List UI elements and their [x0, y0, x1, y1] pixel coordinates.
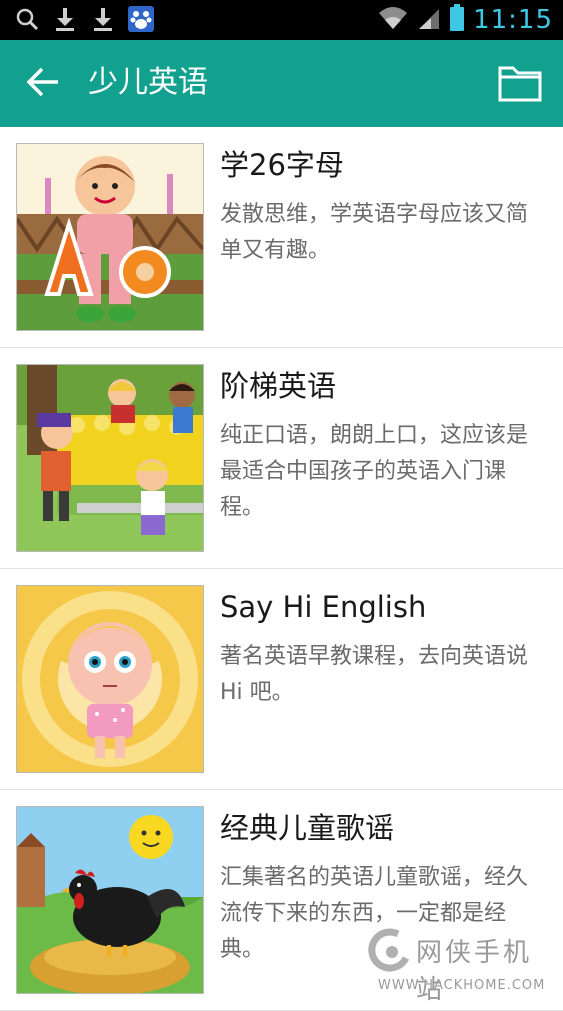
baidu-paw-icon	[128, 6, 154, 32]
course-description: 纯正口语，朗朗上口，这应该是最适合中国孩子的英语入门课程。	[220, 423, 529, 520]
list-item[interactable]: Say Hi English 著名英语早教课程，去向英语说 Hi 吧。	[0, 569, 563, 790]
course-title: 经典儿童歌谣	[220, 811, 395, 845]
signal-icon	[417, 5, 441, 35]
download-icon	[52, 6, 78, 32]
battery-icon	[449, 4, 465, 36]
wifi-icon	[377, 5, 409, 35]
download-icon	[90, 6, 116, 32]
course-thumbnail	[16, 585, 204, 773]
folder-icon[interactable]	[497, 60, 543, 106]
course-thumbnail	[16, 143, 204, 331]
course-list: 学26字母 发散思维，学英语字母应该又简单又有趣。 阶梯英语 纯正口语，朗朗上口…	[0, 127, 563, 1011]
watermark: 网侠手机站 WWW.HACKHOME.COM	[368, 928, 558, 1005]
status-bar: 11:15	[0, 0, 563, 40]
app-bar: 少儿英语	[0, 40, 563, 127]
list-item[interactable]: 阶梯英语 纯正口语，朗朗上口，这应该是最适合中国孩子的英语入门课程。	[0, 348, 563, 569]
hackhome-logo-icon	[368, 928, 412, 980]
search-icon	[14, 6, 40, 32]
watermark-url: WWW.HACKHOME.COM	[378, 978, 546, 993]
course-title: 阶梯英语	[220, 369, 337, 403]
course-title: Say Hi English	[220, 590, 427, 624]
course-thumbnail	[16, 364, 204, 552]
list-item[interactable]: 学26字母 发散思维，学英语字母应该又简单又有趣。	[0, 127, 563, 348]
course-thumbnail	[16, 806, 204, 994]
arrow-left-icon[interactable]	[24, 62, 64, 102]
course-title: 学26字母	[220, 148, 344, 182]
clock: 11:15	[473, 5, 553, 35]
page-title: 少儿英语	[88, 65, 208, 100]
course-description: 著名英语早教课程，去向英语说 Hi 吧。	[220, 644, 529, 705]
course-description: 发散思维，学英语字母应该又简单又有趣。	[220, 202, 529, 263]
watermark-text: 网侠手机站	[416, 938, 533, 1005]
